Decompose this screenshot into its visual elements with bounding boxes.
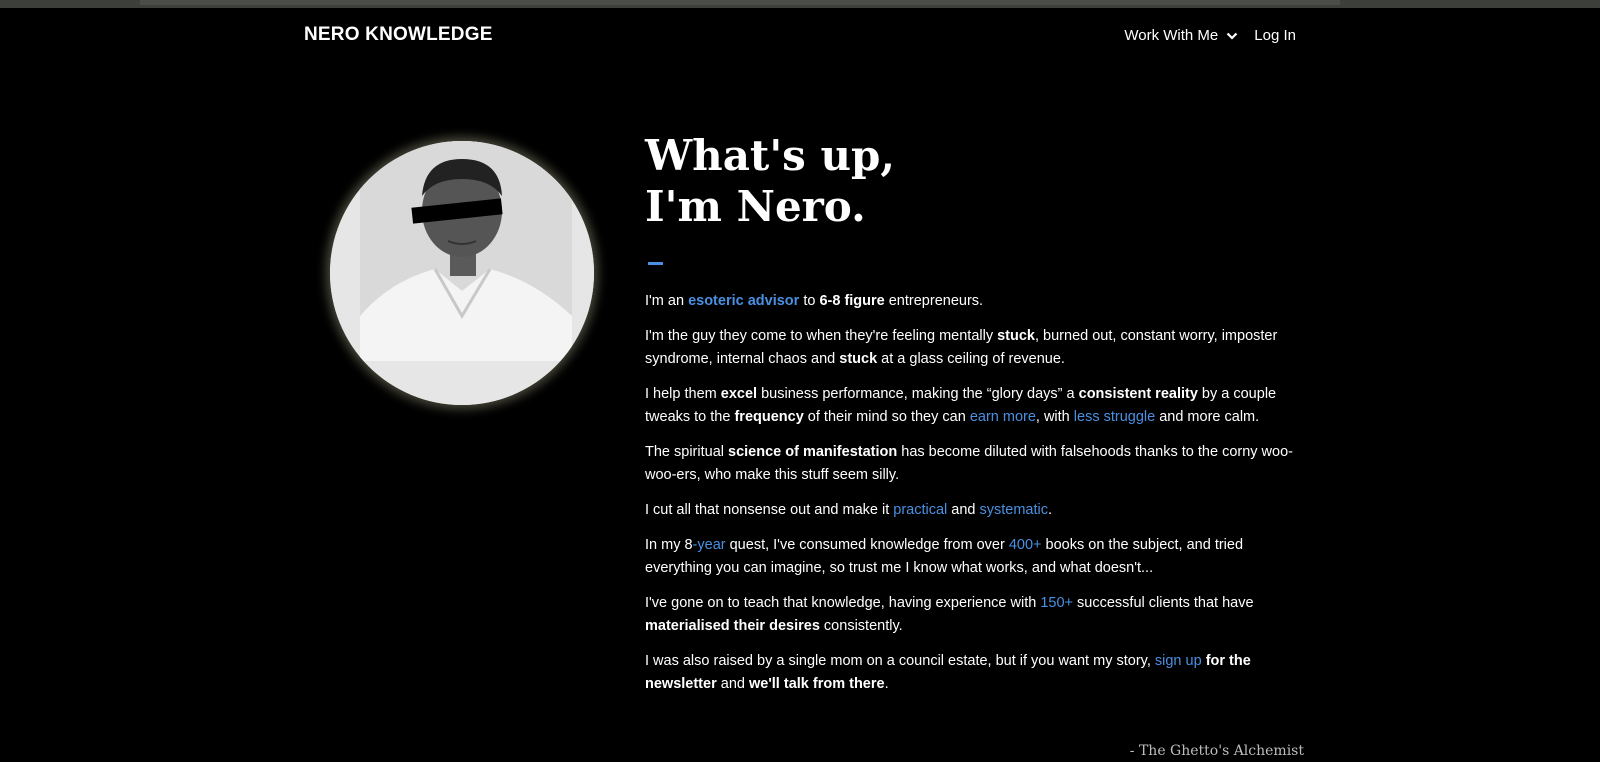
practical-link[interactable]: practical <box>893 502 947 518</box>
bio-bold: consistent reality <box>1078 386 1198 402</box>
site-brand[interactable]: NERO KNOWLEDGE <box>304 24 493 46</box>
sign-up-link[interactable]: sign up <box>1155 653 1202 669</box>
bio-paragraph-3: I help them excel business performance, … <box>645 383 1305 429</box>
bio-paragraph-4: The spiritual science of manifestation h… <box>645 441 1305 487</box>
browser-top-strip-inner <box>140 0 1340 5</box>
bio-text: entrepreneurs. <box>884 293 984 309</box>
bio-bold: stuck <box>839 351 878 367</box>
browser-top-strip <box>0 0 1600 8</box>
bio-text: to <box>799 293 820 309</box>
bio-text: at a glass ceiling of revenue. <box>877 351 1065 367</box>
bio-text: The spiritual <box>645 444 729 460</box>
bio-paragraph-6: In my 8-year quest, I've consumed knowle… <box>645 534 1305 580</box>
work-with-me-menu[interactable]: Work With Me <box>1124 27 1238 44</box>
bio-text: . <box>884 676 889 692</box>
log-in-link[interactable]: Log In <box>1254 27 1296 44</box>
bio-bold: excel <box>720 386 758 402</box>
bio-text: of their mind so they can <box>803 409 970 425</box>
bio-text: business performance, making the “glory … <box>757 386 1079 402</box>
hero-title-line1: What's up, <box>645 131 895 180</box>
profile-photo <box>330 141 594 405</box>
bio-text: quest, I've consumed knowledge from over <box>725 537 1009 553</box>
hero-title-line2: I'm Nero. <box>645 182 866 231</box>
bio-text: and <box>716 676 749 692</box>
hero-title: What's up, I'm Nero. <box>645 130 895 232</box>
books-count-link[interactable]: 400+ <box>1009 537 1042 553</box>
bio-text: successful clients that have <box>1073 595 1254 611</box>
bio-text: In my 8 <box>645 537 693 553</box>
bio-text: I'm the guy they come to when they're fe… <box>645 328 998 344</box>
esoteric-advisor-link[interactable]: esoteric advisor <box>688 293 799 309</box>
bio-bold: 6-8 figure <box>819 293 885 309</box>
work-with-me-label: Work With Me <box>1124 27 1219 44</box>
bio-paragraph-2: I'm the guy they come to when they're fe… <box>645 325 1305 371</box>
bio-text: , with <box>1035 409 1074 425</box>
bio-bold: frequency <box>734 409 804 425</box>
portrait-illustration <box>330 141 594 405</box>
bio-bold: materialised their desires <box>645 618 820 634</box>
less-struggle-link[interactable]: less struggle <box>1074 409 1155 425</box>
bio-text: I was also raised by a single mom on a c… <box>645 653 1155 669</box>
bio-bold: we'll talk from there <box>748 676 885 692</box>
earn-more-link[interactable]: earn more <box>970 409 1036 425</box>
bio-text: I help them <box>645 386 721 402</box>
signature: - The Ghetto's Alchemist <box>1129 743 1304 759</box>
bio-text: I've gone on to teach that knowledge, ha… <box>645 595 1041 611</box>
accent-dash <box>648 262 663 265</box>
top-nav: Work With Me Log In <box>1124 27 1296 44</box>
year-link[interactable]: -year <box>693 537 726 553</box>
bio-text: I cut all that nonsense out and make it <box>645 502 894 518</box>
bio-paragraph-8: I was also raised by a single mom on a c… <box>645 650 1305 696</box>
bio-bold: science of manifestation <box>728 444 898 460</box>
bio-paragraph-5: I cut all that nonsense out and make it … <box>645 499 1305 522</box>
bio-paragraph-1: I'm an esoteric advisor to 6-8 figure en… <box>645 290 1305 313</box>
bio-bold: stuck <box>997 328 1035 344</box>
bio-content: I'm an esoteric advisor to 6-8 figure en… <box>645 290 1305 708</box>
bio-text: . <box>1048 502 1053 518</box>
bio-text: and more calm. <box>1155 409 1260 425</box>
bio-text: consistently. <box>819 618 903 634</box>
chevron-down-icon <box>1227 32 1238 40</box>
clients-count-link[interactable]: 150+ <box>1040 595 1073 611</box>
bio-paragraph-7: I've gone on to teach that knowledge, ha… <box>645 592 1305 638</box>
bio-text: I'm an <box>645 293 689 309</box>
bio-text: and <box>947 502 980 518</box>
systematic-link[interactable]: systematic <box>980 502 1049 518</box>
